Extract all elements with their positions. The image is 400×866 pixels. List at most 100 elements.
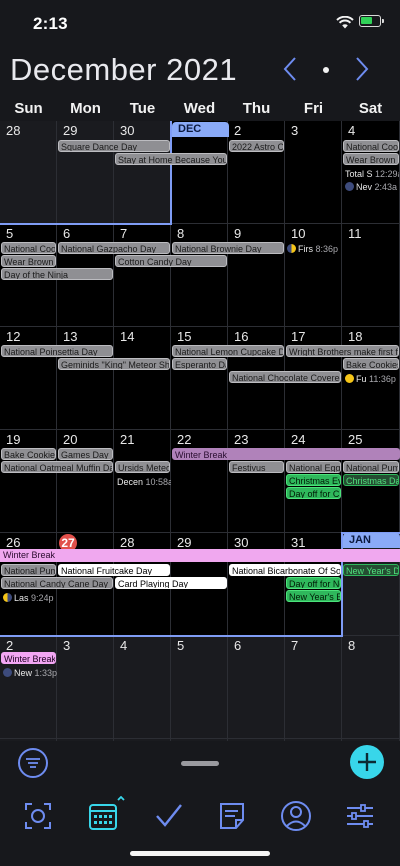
event-chip[interactable]: Wright Brothers make first flight bbox=[286, 345, 399, 357]
tab-tasks[interactable] bbox=[149, 796, 189, 836]
month-title[interactable]: December 2021 bbox=[10, 52, 237, 88]
event-time: 10:58a bbox=[145, 477, 171, 487]
event-title: Las bbox=[14, 593, 29, 603]
event-time: 1:33p bbox=[34, 668, 57, 678]
full-moon-icon bbox=[345, 374, 354, 383]
event-chip[interactable]: Square Dance Day bbox=[58, 140, 170, 152]
wifi-icon bbox=[336, 16, 354, 29]
add-event-button[interactable] bbox=[350, 745, 384, 779]
new-moon-icon bbox=[3, 668, 12, 677]
event-chip[interactable]: Christmas Eve bbox=[286, 474, 341, 486]
event-chip[interactable]: New Year's Eve bbox=[286, 590, 341, 602]
event-title: Total S bbox=[345, 169, 373, 179]
event-chip[interactable]: Wear Brown Shoes Day bbox=[1, 255, 56, 267]
first-quarter-moon-icon bbox=[287, 244, 296, 253]
weekday-tue: Tue bbox=[129, 100, 156, 117]
weekday-wed: Wed bbox=[183, 100, 216, 117]
tab-notes[interactable] bbox=[212, 796, 252, 836]
previous-month-chevron-icon[interactable] bbox=[282, 56, 298, 82]
event-chip[interactable]: National Brownie Day bbox=[172, 242, 284, 254]
home-indicator bbox=[130, 851, 270, 856]
event-chip[interactable]: National Oatmeal Muffin Day bbox=[1, 461, 113, 473]
event-title: Decen bbox=[117, 477, 144, 487]
weekday-mon: Mon bbox=[70, 100, 101, 117]
event-chip[interactable]: National Poinsettia Day bbox=[1, 345, 113, 357]
event-chip[interactable]: Geminids "King" Meteor Shower bbox=[58, 358, 170, 370]
today-dot-button[interactable] bbox=[323, 67, 329, 73]
moon-phase-event[interactable]: Las 9:24p bbox=[3, 592, 57, 604]
moon-phase-event[interactable]: New 1:33p bbox=[3, 667, 57, 679]
event-chip[interactable]: National Cookie Day bbox=[1, 242, 56, 254]
event-chip[interactable]: Wear Brown Shoes Day bbox=[343, 153, 399, 165]
month-boundary-outline bbox=[0, 121, 400, 637]
event-chip[interactable]: National Eggnog Day bbox=[286, 461, 341, 473]
event-chip[interactable]: Bake Cookies Day bbox=[1, 448, 56, 460]
event-time: 8:36p bbox=[315, 244, 339, 254]
event-chip[interactable]: Games Day bbox=[58, 448, 113, 460]
event-text[interactable]: Total S 12:29a bbox=[345, 168, 399, 180]
event-time: 12:29a bbox=[375, 169, 399, 179]
moon-phase-event[interactable]: Decen 10:58a bbox=[117, 476, 171, 488]
event-chip[interactable]: Ursids Meteor Shower bbox=[115, 461, 170, 473]
event-title: Nev bbox=[356, 182, 373, 192]
event-chip[interactable]: Day off for New Year's Day bbox=[286, 577, 341, 589]
moon-phase-event[interactable]: Nev 2:43a bbox=[345, 181, 399, 193]
event-chip[interactable]: National Chocolate Covered Anything Day bbox=[229, 371, 341, 383]
bottom-panel bbox=[0, 741, 400, 866]
event-time: 11:36p bbox=[369, 374, 396, 384]
event-chip[interactable]: Stay at Home Because You're Well Day bbox=[115, 153, 227, 165]
event-chip[interactable]: National Pumpkin Pie Day bbox=[1, 564, 56, 576]
tab-calendar[interactable] bbox=[84, 795, 125, 836]
event-chip[interactable]: New Year's Day bbox=[343, 564, 399, 576]
status-time: 2:13 bbox=[33, 14, 68, 33]
event-chip-winter-break[interactable]: Winter Break bbox=[1, 652, 56, 664]
battery-icon bbox=[359, 15, 384, 27]
moon-phase-event[interactable]: Firs 8:36p bbox=[287, 243, 342, 255]
month-label-dec: DEC bbox=[172, 122, 229, 137]
last-quarter-moon-icon bbox=[3, 593, 12, 602]
filter-button[interactable] bbox=[18, 748, 48, 778]
checkmark-icon bbox=[156, 804, 182, 827]
scan-icon bbox=[25, 803, 51, 829]
drawer-handle[interactable] bbox=[181, 761, 219, 766]
tab-settings[interactable] bbox=[340, 796, 380, 836]
new-moon-icon bbox=[345, 182, 354, 191]
event-chip[interactable]: National Pumpkin Pie Day bbox=[343, 461, 399, 473]
event-chip-winter-break[interactable]: Winter Break bbox=[172, 448, 400, 460]
event-chip[interactable]: National Candy Cane Day bbox=[1, 577, 113, 589]
next-month-chevron-icon[interactable] bbox=[354, 56, 370, 82]
tab-contacts[interactable] bbox=[276, 796, 316, 836]
sliders-icon bbox=[347, 804, 373, 828]
filter-lines-icon bbox=[26, 758, 40, 768]
moon-phase-event[interactable]: Fu 11:36p bbox=[345, 373, 399, 385]
event-chip[interactable]: Bake Cookies Day bbox=[343, 358, 399, 370]
event-chip[interactable]: National Fruitcake Day bbox=[58, 564, 170, 576]
note-icon bbox=[220, 803, 244, 829]
event-chip[interactable]: National Lemon Cupcake Day bbox=[172, 345, 284, 357]
weekday-sun: Sun bbox=[14, 100, 43, 117]
event-title: New bbox=[14, 668, 33, 678]
event-title: Firs bbox=[298, 244, 313, 254]
event-chip[interactable]: Cotton Candy Day bbox=[115, 255, 227, 267]
event-chip[interactable]: Day of the Ninja bbox=[1, 268, 113, 280]
person-icon bbox=[281, 801, 311, 831]
event-time: 2:43a bbox=[374, 182, 398, 192]
month-label-jan: JAN bbox=[343, 533, 400, 548]
event-chip[interactable]: National Gazpacho Day bbox=[58, 242, 170, 254]
weekday-fri: Fri bbox=[303, 100, 324, 117]
event-chip[interactable]: National Bicarbonate Of Soda Day bbox=[229, 564, 341, 576]
event-chip[interactable]: Card Playing Day bbox=[115, 577, 227, 589]
event-chip[interactable]: Christmas Day bbox=[343, 474, 399, 486]
plus-icon bbox=[358, 753, 376, 771]
tab-scan[interactable] bbox=[18, 796, 58, 836]
event-chip[interactable]: National Cookie Cutter Day bbox=[343, 140, 399, 152]
event-bar-winter-break[interactable]: Winter Break bbox=[0, 549, 400, 562]
event-chip[interactable]: Esperanto Day bbox=[172, 358, 227, 370]
event-chip[interactable]: 2022 Astro Calendar bbox=[229, 140, 284, 152]
event-chip[interactable]: Festivus bbox=[229, 461, 284, 473]
event-title: Fu bbox=[356, 374, 367, 384]
calendar-icon bbox=[89, 795, 125, 830]
event-time: 9:24p bbox=[31, 593, 54, 603]
weekday-sat: Sat bbox=[358, 100, 383, 117]
event-chip[interactable]: Day off for Christmas bbox=[286, 487, 341, 499]
